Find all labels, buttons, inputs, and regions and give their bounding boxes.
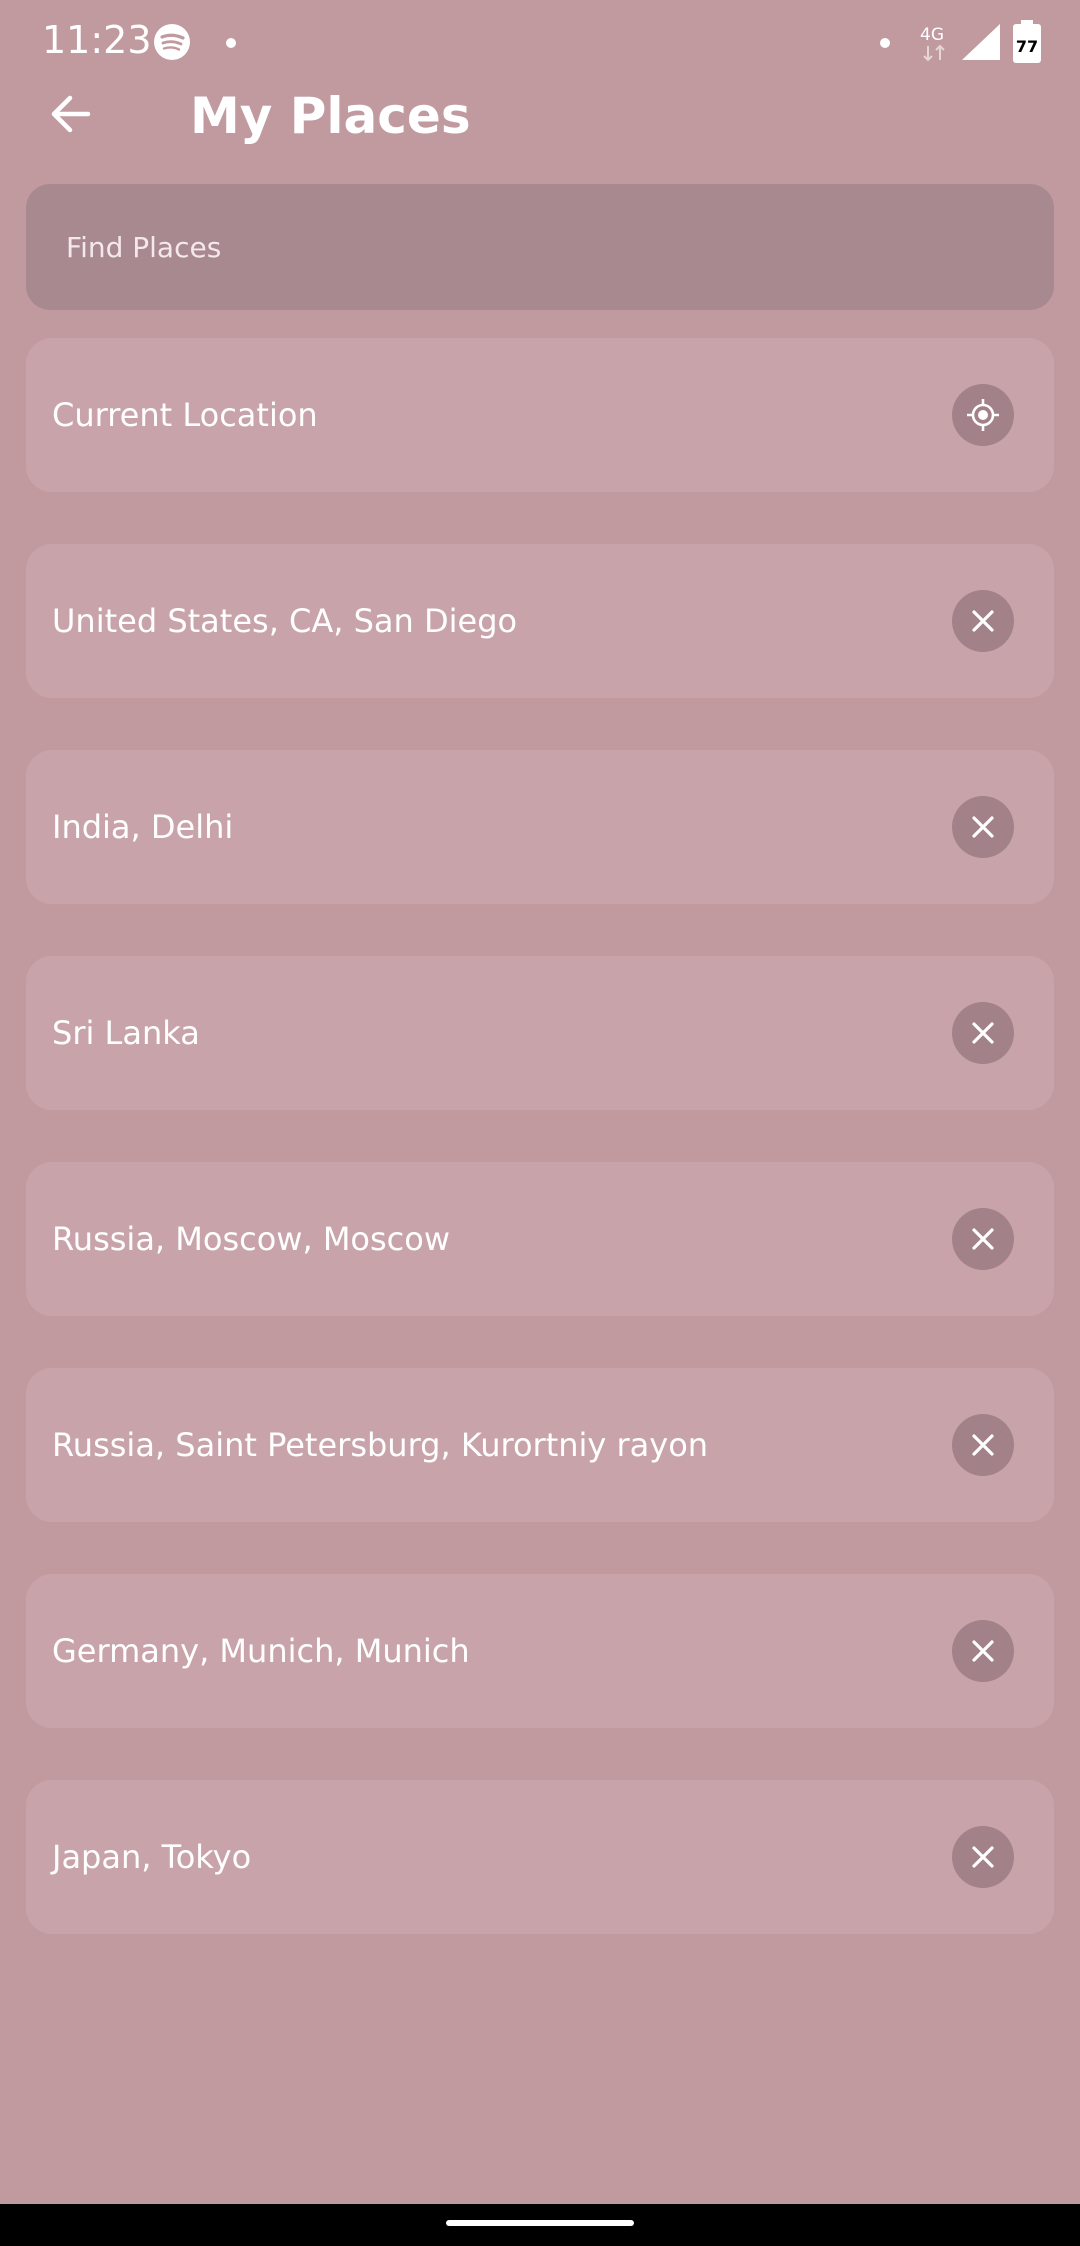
- locate-button[interactable]: [952, 384, 1014, 446]
- remove-place-button[interactable]: [952, 1208, 1014, 1270]
- close-icon: [972, 1846, 994, 1868]
- place-card[interactable]: Russia, Saint Petersburg, Kurortniy rayo…: [26, 1368, 1054, 1522]
- remove-place-button[interactable]: [952, 796, 1014, 858]
- place-label: Current Location: [52, 396, 318, 434]
- find-places-input[interactable]: [64, 229, 968, 265]
- navigation-bar: [0, 2204, 1080, 2246]
- status-dot-icon: [880, 38, 890, 48]
- remove-place-button[interactable]: [952, 1620, 1014, 1682]
- places-list: Current Location United States, CA, San …: [26, 338, 1054, 1986]
- place-label: Japan, Tokyo: [52, 1838, 252, 1876]
- remove-place-button[interactable]: [952, 590, 1014, 652]
- back-arrow-icon[interactable]: [44, 86, 104, 146]
- home-indicator[interactable]: [446, 2220, 634, 2226]
- status-time: 11:23: [42, 18, 152, 62]
- place-card[interactable]: Sri Lanka: [26, 956, 1054, 1110]
- close-icon: [972, 1228, 994, 1250]
- network-label: 4G: [920, 25, 944, 45]
- app-bar: My Places: [0, 86, 1080, 186]
- place-card[interactable]: United States, CA, San Diego: [26, 544, 1054, 698]
- place-card[interactable]: Japan, Tokyo: [26, 1780, 1054, 1934]
- place-card-current-location[interactable]: Current Location: [26, 338, 1054, 492]
- signal-icon: [962, 24, 1000, 60]
- close-icon: [972, 1640, 994, 1662]
- status-bar: 11:23 4G 77: [0, 0, 1080, 86]
- close-icon: [972, 610, 994, 632]
- page-title: My Places: [190, 87, 471, 145]
- remove-place-button[interactable]: [952, 1414, 1014, 1476]
- place-label: India, Delhi: [52, 808, 234, 846]
- place-label: United States, CA, San Diego: [52, 602, 518, 640]
- close-icon: [972, 1022, 994, 1044]
- place-card[interactable]: Germany, Munich, Munich: [26, 1574, 1054, 1728]
- remove-place-button[interactable]: [952, 1826, 1014, 1888]
- battery-icon: 77: [1013, 20, 1041, 63]
- place-label: Sri Lanka: [52, 1014, 200, 1052]
- place-label: Germany, Munich, Munich: [52, 1632, 470, 1670]
- spotify-icon: [154, 24, 190, 60]
- place-label: Russia, Moscow, Moscow: [52, 1220, 451, 1258]
- close-icon: [972, 1434, 994, 1456]
- place-label: Russia, Saint Petersburg, Kurortniy rayo…: [52, 1426, 709, 1464]
- search-box[interactable]: [26, 184, 1054, 310]
- battery-level: 77: [1016, 37, 1038, 56]
- close-icon: [972, 816, 994, 838]
- notification-dot-icon: [226, 38, 236, 48]
- my-location-icon: [967, 399, 999, 431]
- remove-place-button[interactable]: [952, 1002, 1014, 1064]
- place-card[interactable]: India, Delhi: [26, 750, 1054, 904]
- place-card[interactable]: Russia, Moscow, Moscow: [26, 1162, 1054, 1316]
- network-4g-icon: 4G: [920, 25, 945, 62]
